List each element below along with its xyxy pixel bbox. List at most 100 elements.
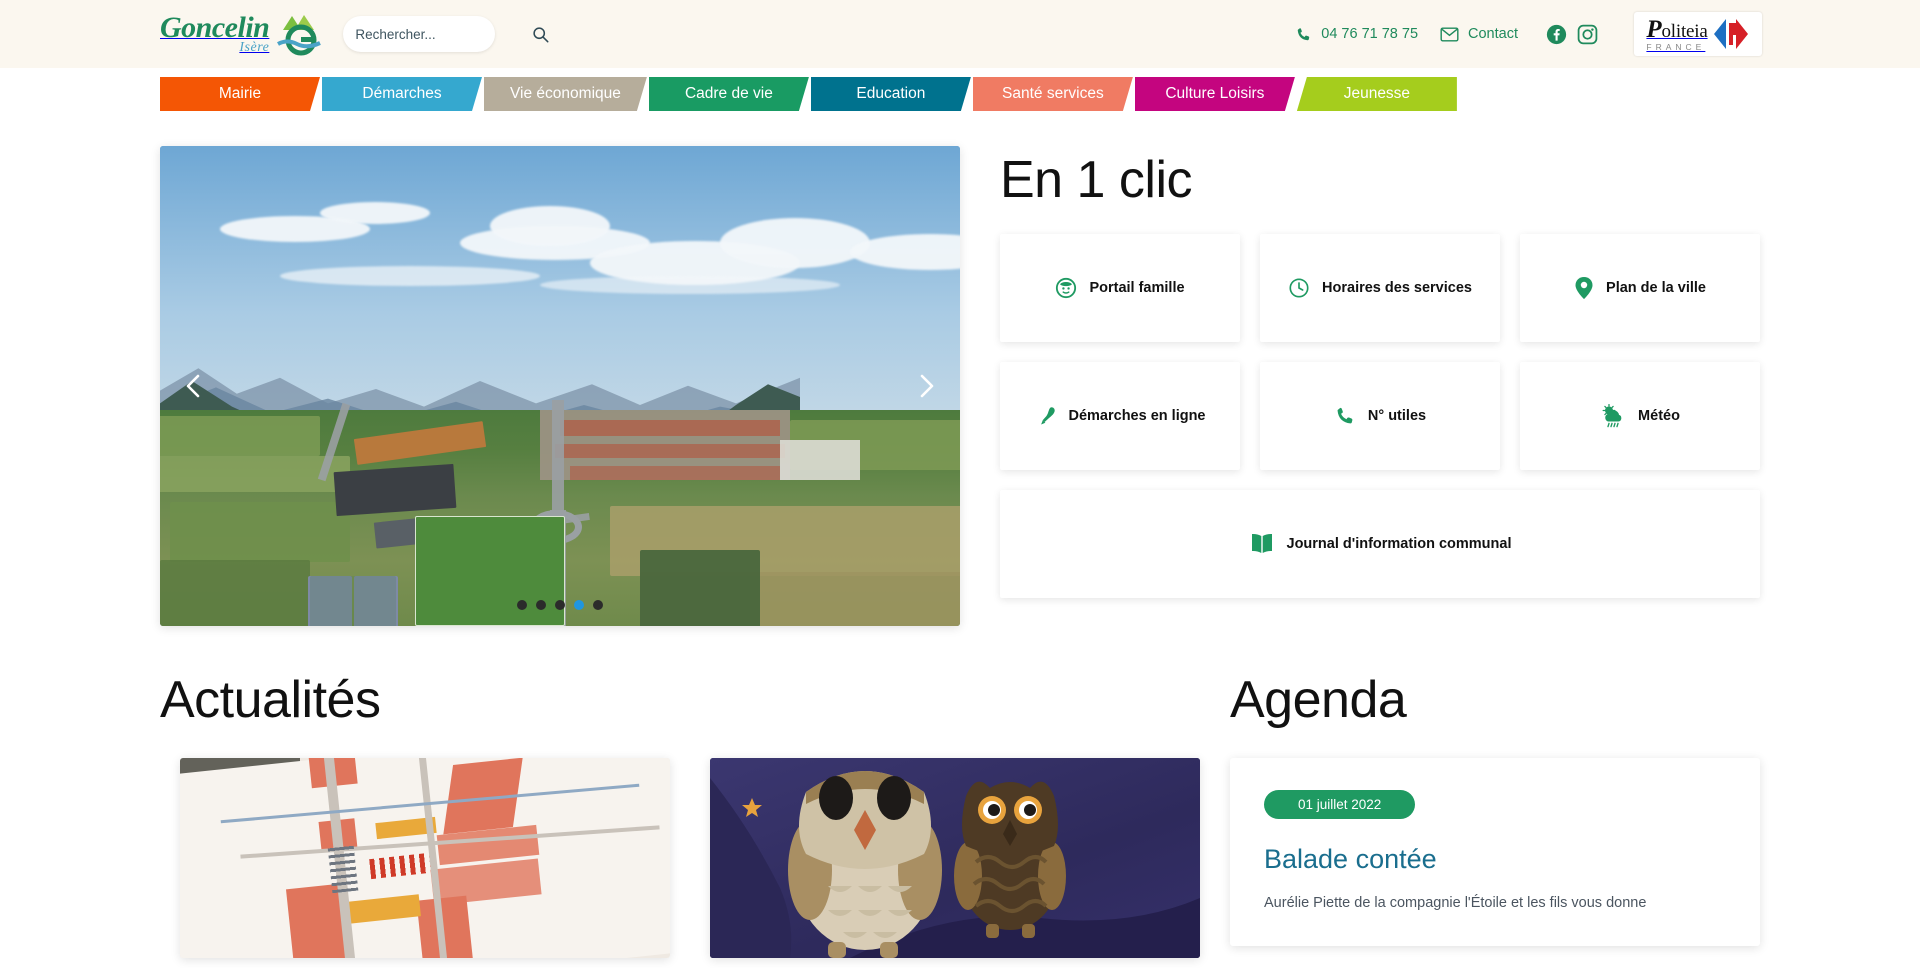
logo-text: Goncelin Isère (160, 13, 270, 55)
nav-item-demarches[interactable]: Démarches (322, 77, 482, 111)
nav-label: Education (856, 85, 926, 102)
hero-and-quick-access: En 1 clic Portail famille Horaires des s… (160, 146, 1760, 626)
field (160, 416, 320, 456)
nav-item-education[interactable]: Education (811, 77, 971, 111)
nav-item-sante-services[interactable]: Santé services (973, 77, 1133, 111)
nav-item-cadre-de-vie[interactable]: Cadre de vie (649, 77, 809, 111)
quick-access-section: En 1 clic Portail famille Horaires des s… (980, 146, 1760, 626)
search-box[interactable] (343, 16, 549, 52)
site-header: Goncelin Isère 04 76 71 (0, 0, 1920, 68)
hero-dot-1[interactable] (517, 600, 527, 610)
nav-label: Démarches (362, 85, 442, 102)
tile-label: Portail famille (1089, 280, 1185, 296)
facebook-link[interactable] (1546, 24, 1567, 45)
news-agenda-row: Actualités Agenda 01 juillet 2022 Balade… (160, 674, 1760, 958)
politeia-logo-link[interactable]: Politeia FRANCE (1634, 12, 1762, 56)
hero-prev-button[interactable] (176, 369, 210, 403)
chevron-right-icon (920, 374, 934, 398)
hero-dot-3[interactable] (555, 600, 565, 610)
header-phone-label: 04 76 71 78 75 (1321, 26, 1419, 42)
main-content: En 1 clic Portail famille Horaires des s… (0, 146, 1920, 958)
search-button[interactable] (532, 26, 549, 43)
nav-item-mairie[interactable]: Mairie (160, 77, 320, 111)
pen-icon (1040, 407, 1055, 425)
cloud (490, 206, 610, 246)
site-logo[interactable]: Goncelin Isère (160, 11, 323, 57)
envelope-icon (1440, 26, 1459, 42)
tile-label: Météo (1638, 408, 1680, 424)
search-input[interactable] (355, 26, 533, 42)
tile-meteo[interactable]: Météo (1520, 362, 1760, 470)
field (160, 560, 310, 626)
politeia-country: FRANCE (1646, 41, 1706, 52)
facebook-icon (1546, 24, 1567, 44)
map-pin-icon (1575, 277, 1593, 299)
agenda-event-card[interactable]: 01 juillet 2022 Balade contée Aurélie Pi… (1230, 758, 1760, 947)
owls-illustration (710, 771, 1200, 958)
cloud (320, 202, 430, 224)
agenda-event-title[interactable]: Balade contée (1264, 844, 1726, 875)
tile-demarches-en-ligne[interactable]: Démarches en ligne (1000, 362, 1240, 470)
main-navigation: Mairie Démarches Vie économique Cadre de… (0, 68, 1920, 120)
quick-access-grid-row2: Démarches en ligne N° utiles Météo (1000, 362, 1760, 470)
tile-portail-famille[interactable]: Portail famille (1000, 234, 1240, 342)
hero-pagination (517, 600, 603, 610)
nav-list: Mairie Démarches Vie économique Cadre de… (160, 77, 1459, 111)
instagram-icon (1577, 24, 1598, 44)
nav-label: Jeunesse (1343, 85, 1411, 102)
nav-item-vie-economique[interactable]: Vie économique (484, 77, 647, 111)
nav-item-culture-loisirs[interactable]: Culture Loisirs (1135, 77, 1295, 111)
hero-ground (160, 400, 960, 626)
quick-access-grid-row3: Journal d'information communal (1000, 490, 1760, 598)
nav-label: Santé services (1002, 85, 1104, 102)
header-contact-link[interactable]: Contact (1440, 26, 1518, 43)
clock-icon (1289, 278, 1309, 298)
agenda-title: Agenda (1230, 671, 1407, 729)
hero-next-button[interactable] (910, 369, 944, 403)
header-utilities: 04 76 71 78 75 Contact Politeia FRANCE (1295, 12, 1920, 56)
quick-access-title: En 1 clic (1000, 151, 1193, 209)
nav-item-jeunesse[interactable]: Jeunesse (1296, 77, 1457, 111)
news-card[interactable] (710, 758, 1200, 958)
gym-building (333, 463, 457, 517)
tile-journal-information-communal[interactable]: Journal d'information communal (1000, 490, 1760, 598)
tile-numeros-utiles[interactable]: N° utiles (1260, 362, 1500, 470)
cloud (280, 266, 540, 286)
field (640, 550, 760, 626)
apartment-block (780, 440, 860, 480)
book-icon (1251, 533, 1272, 553)
cloud (540, 276, 840, 294)
tile-label: Démarches en ligne (1068, 408, 1206, 424)
hero-dot-5[interactable] (593, 600, 603, 610)
phone-icon (1337, 407, 1353, 424)
news-title: Actualités (160, 671, 381, 729)
politeia-name: Politeia (1646, 15, 1708, 43)
quick-access-grid-row1: Portail famille Horaires des services Pl… (1000, 234, 1760, 342)
hero-dot-2[interactable] (536, 600, 546, 610)
nav-label: Mairie (218, 85, 262, 102)
hero-carousel[interactable] (160, 146, 960, 626)
agenda-section: Agenda 01 juillet 2022 Balade contée Aur… (1230, 674, 1760, 958)
hero-dot-4[interactable] (574, 600, 584, 610)
instagram-link[interactable] (1577, 24, 1598, 45)
field (170, 502, 350, 562)
politeia-logo-icon (1713, 19, 1748, 49)
tile-label: N° utiles (1367, 408, 1427, 424)
politeia-wordmark: Politeia FRANCE (1646, 17, 1707, 52)
tile-label: Journal d'information communal (1286, 536, 1512, 552)
agenda-date-badge: 01 juillet 2022 (1264, 790, 1416, 819)
social-links (1546, 24, 1598, 45)
header-contact-label: Contact (1468, 26, 1518, 42)
roofs (570, 466, 780, 480)
nav-label: Vie économique (510, 85, 621, 102)
news-card-image-plan (180, 758, 670, 958)
news-card-list (160, 758, 1210, 958)
road (552, 400, 564, 520)
header-phone-link[interactable]: 04 76 71 78 75 (1295, 26, 1418, 43)
search-icon (533, 26, 549, 42)
roofs (555, 444, 785, 458)
tile-horaires-des-services[interactable]: Horaires des services (1260, 234, 1500, 342)
news-card[interactable] (180, 758, 670, 958)
tile-plan-de-la-ville[interactable]: Plan de la ville (1520, 234, 1760, 342)
roofs (560, 420, 780, 436)
